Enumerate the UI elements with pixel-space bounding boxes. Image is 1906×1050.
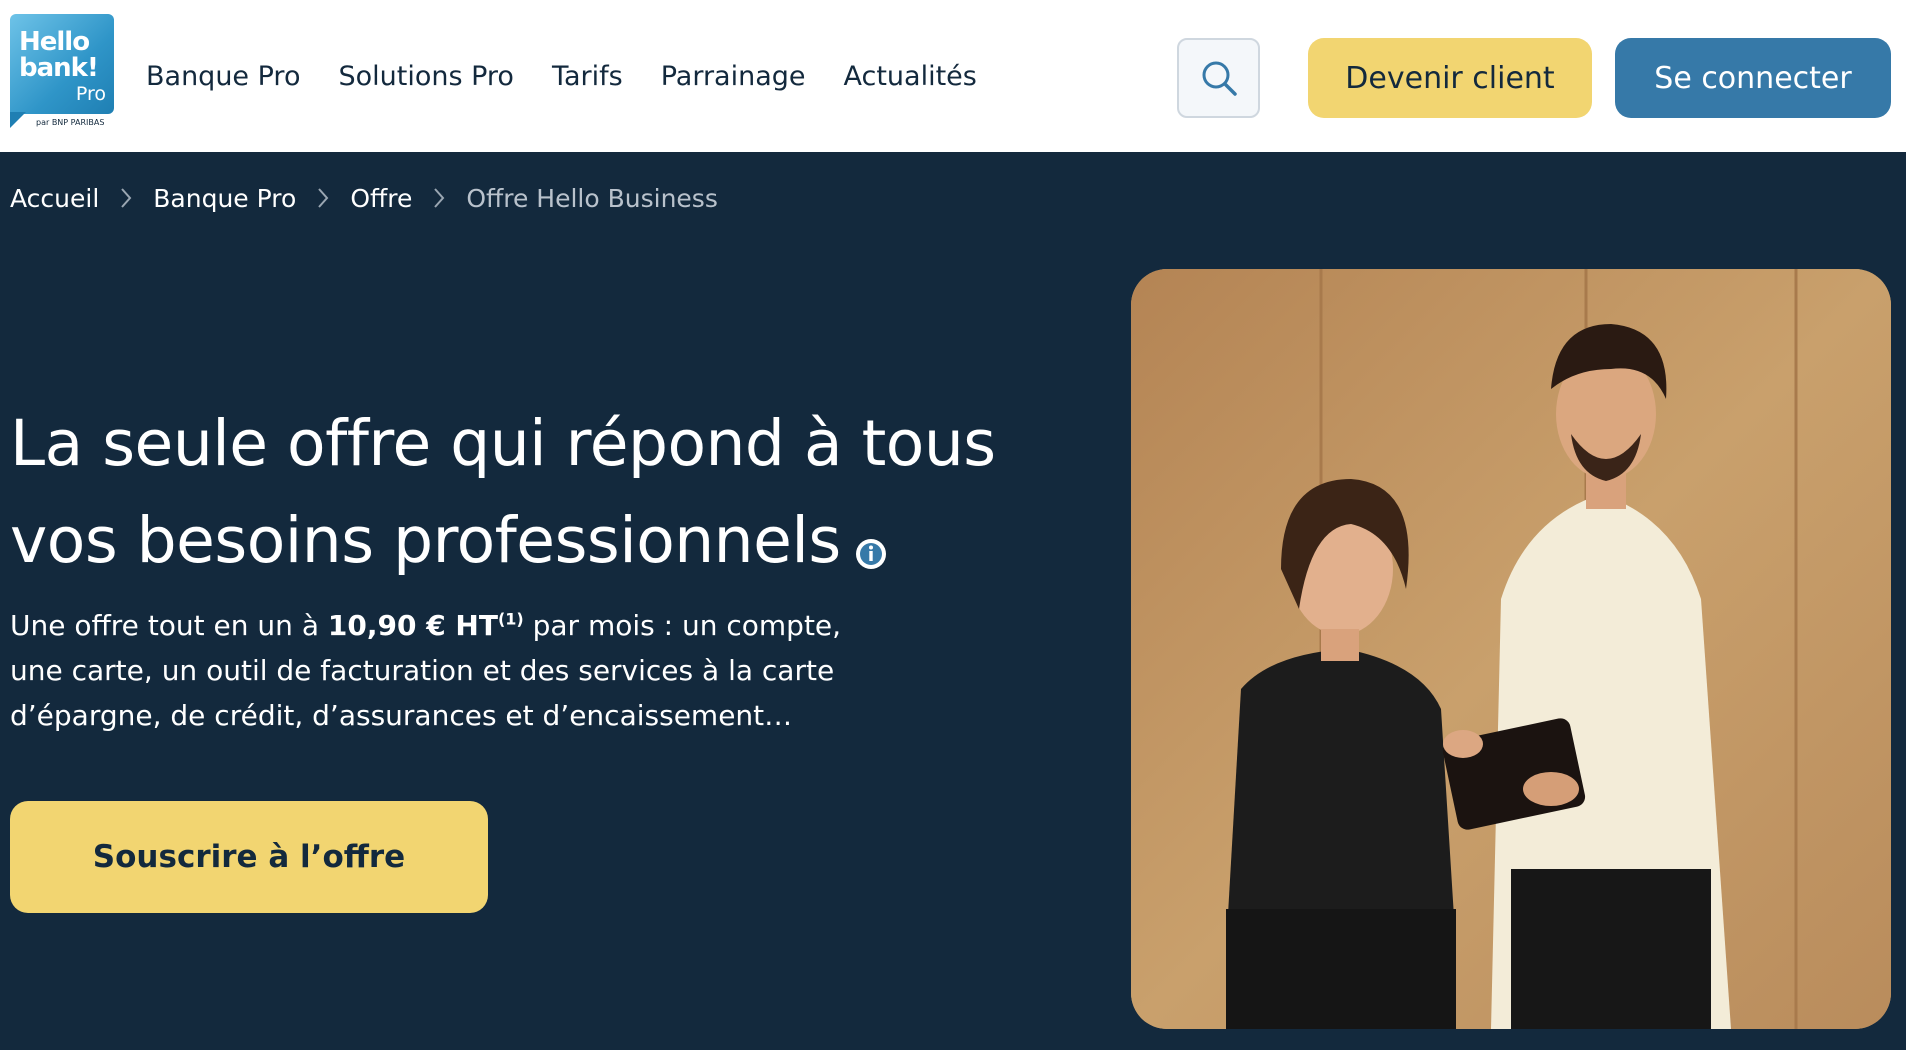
search-button[interactable]	[1177, 38, 1260, 118]
hero-title: La seule offre qui répond à tous vos bes…	[10, 395, 1060, 589]
hero-desc-text-2: par mois : un compte,	[523, 609, 842, 642]
hello-bank-pro-logo[interactable]: Hello bank! Pro par BNP PARIBAS	[10, 14, 114, 130]
hero-desc-line-3: d’épargne, de crédit, d’assurances et d’…	[10, 699, 793, 732]
info-icon[interactable]	[855, 500, 887, 569]
hero-description: Une offre tout en un à 10,90 € HT(1) par…	[10, 603, 870, 738]
breadcrumb: Accueil Banque Pro Offre Offre Hello Bus…	[10, 180, 718, 216]
search-icon	[1202, 61, 1237, 96]
breadcrumb-item-accueil[interactable]: Accueil	[10, 184, 99, 213]
logo-text-bank: bank!	[19, 53, 99, 83]
footnote-ref[interactable]: (1)	[498, 610, 524, 629]
logo-text-hello: Hello	[19, 27, 90, 57]
hero-title-line-1: La seule offre qui répond à tous	[10, 407, 996, 480]
nav-item-banque-pro[interactable]: Banque Pro	[146, 61, 300, 92]
breadcrumb-item-current: Offre Hello Business	[466, 183, 718, 213]
hero-desc-text-1: Une offre tout en un à	[10, 609, 328, 642]
nav-item-actualites[interactable]: Actualités	[844, 61, 977, 92]
nav-item-parrainage[interactable]: Parrainage	[661, 61, 806, 92]
logo-text-bnp: par BNP PARIBAS	[36, 118, 105, 127]
hero-title-line-2: vos besoins professionnels	[10, 504, 841, 577]
nav-item-tarifs[interactable]: Tarifs	[552, 61, 623, 92]
hero-desc-line-2: une carte, un outil de facturation et de…	[10, 654, 835, 687]
main-nav: Banque Pro Solutions Pro Tarifs Parraina…	[146, 56, 1015, 96]
logo-text-pro: Pro	[75, 83, 106, 105]
hero-photo-illustration	[1131, 269, 1891, 1029]
hero-title-line-2-wrap: vos besoins professionnels	[10, 492, 1060, 589]
hero-desc-line-1: Une offre tout en un à 10,90 € HT(1) par…	[10, 603, 870, 648]
logo-speech-tail	[10, 112, 26, 128]
login-button[interactable]: Se connecter	[1615, 38, 1891, 118]
breadcrumb-item-banque-pro[interactable]: Banque Pro	[153, 184, 296, 213]
site-header: Hello bank! Pro par BNP PARIBAS Banque P…	[0, 0, 1906, 152]
hero-photo	[1131, 269, 1891, 1029]
chevron-right-icon	[296, 186, 350, 210]
nav-item-solutions-pro[interactable]: Solutions Pro	[338, 61, 513, 92]
breadcrumb-item-offre[interactable]: Offre	[350, 184, 412, 213]
subscribe-offer-button[interactable]: Souscrire à l’offre	[10, 801, 488, 913]
chevron-right-icon	[99, 186, 153, 210]
become-client-button[interactable]: Devenir client	[1308, 38, 1592, 118]
hero-price: 10,90 € HT	[327, 609, 498, 642]
chevron-right-icon	[412, 186, 466, 210]
